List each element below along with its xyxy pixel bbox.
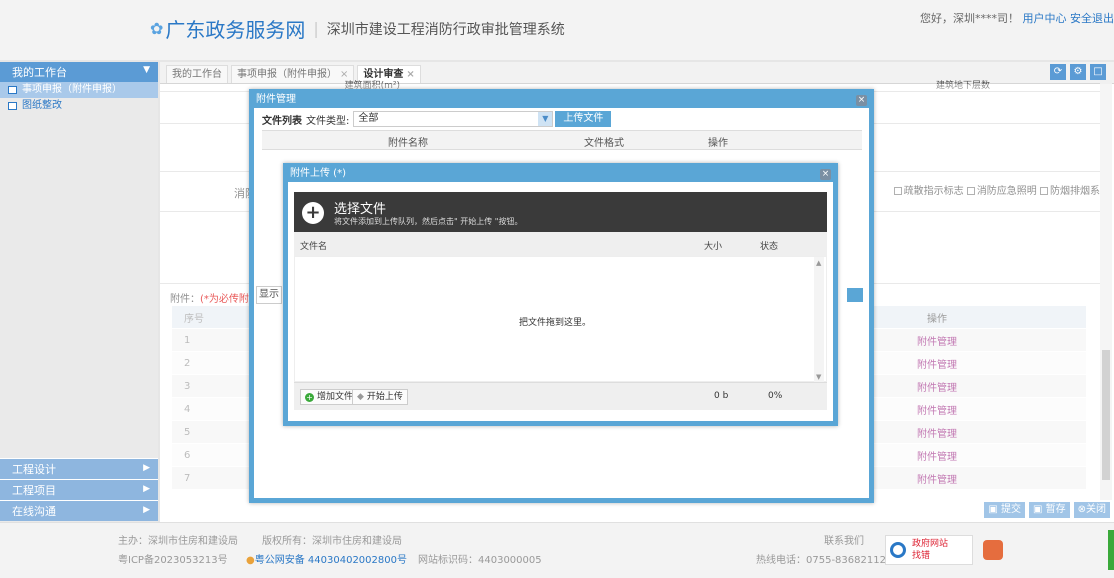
choose-file-label: 选择文件 bbox=[334, 202, 387, 217]
settings-icon[interactable]: ⚙ bbox=[1070, 64, 1086, 80]
add-file-button[interactable]: + 增加文件 bbox=[300, 389, 359, 405]
plus-circle-icon: + bbox=[305, 392, 314, 402]
site-title: 广东政务服务网 bbox=[165, 18, 306, 42]
button-label: 开始上传 bbox=[366, 392, 403, 402]
close-icon[interactable]: × bbox=[856, 95, 867, 106]
upload-footer: + 增加文件 ◆ 开始上传 0 b 0% bbox=[294, 382, 827, 410]
upload-percent: 0% bbox=[768, 391, 783, 401]
start-upload-button[interactable]: ◆ 开始上传 bbox=[352, 389, 408, 405]
select-value: 全部 bbox=[358, 113, 379, 124]
button-label: 增加文件 bbox=[317, 392, 354, 402]
close-icon[interactable]: × bbox=[820, 169, 831, 180]
gov-badge-line2: 找错 bbox=[912, 551, 931, 561]
gov-site-badge[interactable]: 政府网站 找错 bbox=[885, 535, 973, 565]
sidebar-item-online-chat[interactable]: 在线沟通 ▶ bbox=[0, 500, 158, 521]
footer-rights: 版权所有：深圳市住房和建设局 bbox=[262, 536, 402, 547]
sidebar-item-declaration[interactable]: 事项申报（附件申报） bbox=[0, 82, 158, 98]
emblem-icon: ✿ bbox=[150, 19, 164, 38]
footer-site-code: 网站标识码：4403000005 bbox=[418, 555, 542, 566]
sidebar-bottom-menu: 工程设计 ▶ 工程项目 ▶ 在线沟通 ▶ bbox=[0, 458, 158, 521]
sidebar-workbench-header[interactable]: 我的工作台 ▼ bbox=[0, 62, 158, 82]
logout-link[interactable]: 安全退出 bbox=[1070, 12, 1114, 25]
dialog-toolbar: 文件列表 文件类型: 全部 ▼ 上传文件 bbox=[262, 110, 612, 128]
upload-table-header: 文件名 大小 状态 bbox=[294, 232, 827, 256]
arrow-down-icon[interactable]: ▼ bbox=[816, 373, 821, 381]
plus-icon: + bbox=[302, 202, 324, 224]
col-size: 大小 bbox=[704, 242, 723, 252]
upload-file-button[interactable]: 上传文件 bbox=[555, 111, 612, 127]
choose-file-bar[interactable]: + 选择文件 将文件添加到上传队列，然后点击" 开始上传 "按钮。 bbox=[294, 192, 827, 232]
dialog-title: 附件管理 bbox=[254, 94, 869, 108]
tab-label: 我的工作台 bbox=[172, 69, 222, 80]
workbench-label: 我的工作台 bbox=[12, 66, 67, 79]
col-file-format: 文件格式 bbox=[584, 138, 624, 149]
sidebar-item-rectification[interactable]: 图纸整改 bbox=[0, 98, 158, 114]
drop-zone[interactable]: 把文件拖到这里。 ▲ ▼ bbox=[294, 256, 827, 383]
footer-host: 主办：深圳市住房和建设局 bbox=[118, 536, 238, 547]
col-attachment-name: 附件名称 bbox=[388, 138, 428, 149]
file-list-label: 文件列表 bbox=[262, 115, 302, 127]
greeting-text: 您好，深圳****司！ bbox=[920, 12, 1019, 25]
magnifier-icon bbox=[890, 542, 906, 558]
col-status: 状态 bbox=[760, 242, 779, 252]
window-controls: ⟳ ⚙ □ bbox=[1050, 64, 1106, 80]
footer-hotline: 热线电话：0755-83682112 bbox=[756, 555, 886, 566]
contact-link[interactable]: 联系我们 bbox=[824, 532, 864, 547]
chevron-down-icon: ▼ bbox=[538, 112, 553, 126]
document-icon bbox=[8, 86, 17, 94]
footer-icp[interactable]: 粤ICP备2023053213号 bbox=[118, 551, 228, 566]
side-float-bar[interactable] bbox=[1108, 530, 1114, 570]
police-link[interactable]: 粤公网安备 44030402002800号 bbox=[255, 555, 407, 566]
maximize-icon[interactable]: □ bbox=[1090, 64, 1106, 80]
file-type-select[interactable]: 全部 ▼ bbox=[353, 111, 554, 127]
file-type-label: 文件类型: bbox=[306, 115, 350, 127]
sidebar-item-label: 事项申报（附件申报） bbox=[22, 84, 122, 95]
refresh-icon[interactable] bbox=[847, 288, 863, 302]
upload-arrow-icon: ◆ bbox=[357, 392, 364, 402]
close-icon[interactable]: × bbox=[406, 69, 414, 80]
drop-message: 把文件拖到这里。 bbox=[518, 318, 591, 328]
sidebar-item-projects[interactable]: 工程项目 ▶ bbox=[0, 479, 158, 500]
sidebar-item-engineering-design[interactable]: 工程设计 ▶ bbox=[0, 458, 158, 479]
sidebar: 我的工作台 ▼ 事项申报（附件申报） 图纸整改 bbox=[0, 62, 158, 522]
user-center-link[interactable]: 用户中心 bbox=[1023, 12, 1067, 25]
arrow-up-icon[interactable]: ▲ bbox=[816, 259, 821, 267]
page-size-label: 显示 bbox=[256, 286, 282, 304]
system-title: 深圳市建设工程消防行政审批管理系统 bbox=[326, 21, 565, 38]
police-badge-icon: ● bbox=[246, 555, 255, 566]
chevron-right-icon: ▶ bbox=[143, 505, 150, 515]
sidebar-item-label: 在线沟通 bbox=[12, 505, 56, 518]
total-size: 0 b bbox=[714, 391, 729, 401]
sidebar-item-label: 工程项目 bbox=[12, 484, 56, 497]
footer-police[interactable]: ●粤公网安备 44030402002800号 bbox=[246, 551, 407, 566]
chevron-down-icon: ▼ bbox=[143, 65, 150, 75]
title-divider: | bbox=[313, 19, 319, 38]
col-operations: 操作 bbox=[708, 138, 728, 149]
user-greeting: 您好，深圳****司！ 用户中心 安全退出 bbox=[920, 10, 1114, 26]
tab-workbench[interactable]: 我的工作台 bbox=[166, 65, 228, 83]
choose-file-hint: 将文件添加到上传队列，然后点击" 开始上传 "按钮。 bbox=[334, 217, 523, 226]
site-logo[interactable]: ✿ 广东政务服务网 | 深圳市建设工程消防行政审批管理系统 bbox=[150, 14, 565, 43]
dialog-table-header: 附件名称 文件格式 操作 bbox=[262, 130, 862, 150]
refresh-icon[interactable]: ⟳ bbox=[1050, 64, 1066, 80]
sidebar-item-label: 工程设计 bbox=[12, 463, 56, 476]
col-filename: 文件名 bbox=[300, 242, 328, 252]
upload-dialog: 附件上传 (*) × + 选择文件 将文件添加到上传队列，然后点击" 开始上传 … bbox=[283, 163, 838, 426]
chevron-right-icon: ▶ bbox=[143, 463, 150, 473]
gov-badge-text: 政府网站 找错 bbox=[912, 538, 948, 562]
document-icon bbox=[8, 102, 17, 110]
drop-zone-scrollbar[interactable]: ▲ ▼ bbox=[814, 257, 824, 383]
chevron-right-icon: ▶ bbox=[143, 484, 150, 494]
gov-badge-line1: 政府网站 bbox=[912, 539, 949, 549]
dialog-title: 附件上传 (*) bbox=[288, 168, 833, 182]
party-emblem-icon[interactable] bbox=[983, 540, 1003, 560]
sidebar-item-label: 图纸整改 bbox=[22, 100, 62, 111]
